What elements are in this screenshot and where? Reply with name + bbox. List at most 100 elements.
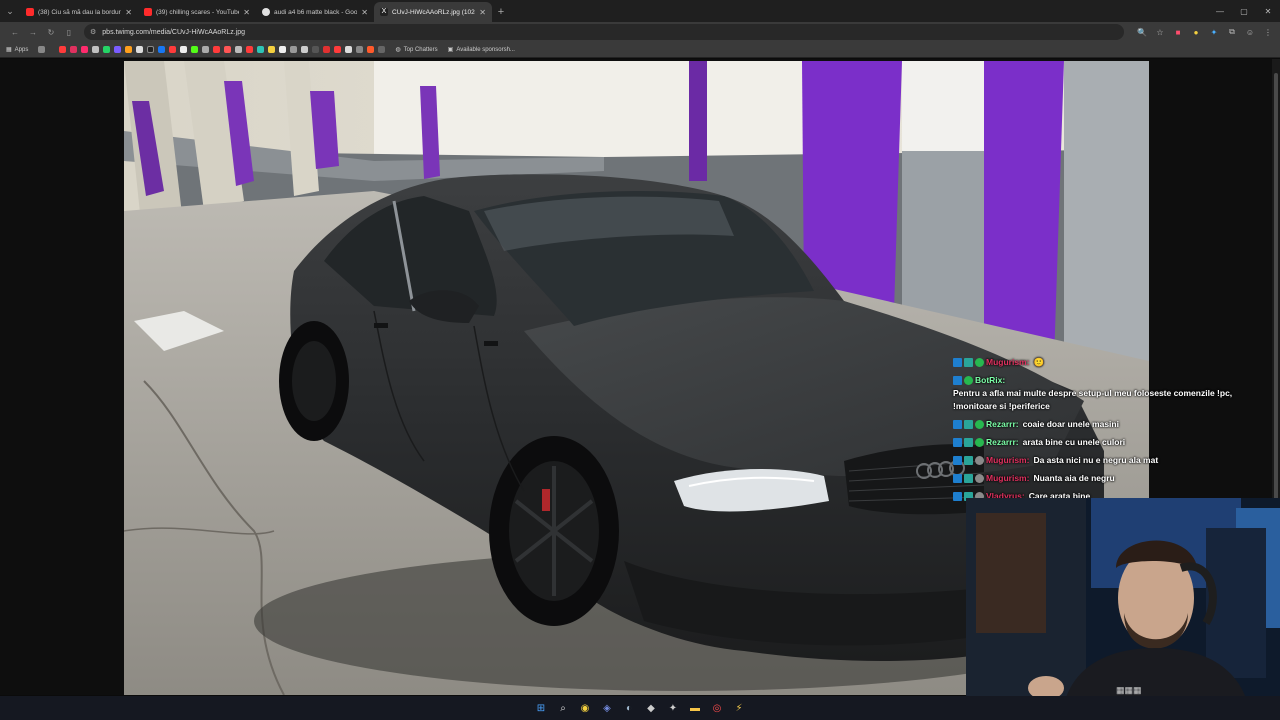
chat-text: Nuanta aia de negru bbox=[1033, 473, 1115, 483]
bookmark-icon[interactable] bbox=[279, 46, 287, 53]
bookmark-icon[interactable] bbox=[38, 46, 46, 53]
new-tab-button[interactable]: + bbox=[492, 2, 510, 22]
bookmark-icon[interactable] bbox=[301, 46, 309, 53]
chat-badge-icon bbox=[975, 456, 984, 465]
chat-message: Mugurism: Da asta nici nu e negru ala ma… bbox=[953, 454, 1273, 467]
bookmark-icon[interactable] bbox=[268, 46, 276, 53]
bookmark-icon[interactable] bbox=[312, 46, 320, 53]
steam-icon[interactable]: ◐ bbox=[620, 699, 638, 717]
bookmarks-bar: ▦ Apps ◍ Top Chatters ▣ Available sponso… bbox=[0, 42, 1280, 58]
bookmark-icon[interactable] bbox=[70, 46, 78, 53]
chat-badge-icon bbox=[975, 438, 984, 447]
folder-icon: ▣ bbox=[447, 47, 454, 53]
bookmark-label: Top Chatters bbox=[403, 46, 438, 53]
address-bar[interactable]: ⚙ pbs.twimg.com/media/CUvJ-HiWcAAoRLz.jp… bbox=[84, 24, 1124, 40]
extensions-puzzle-icon[interactable]: ⧉ bbox=[1226, 26, 1238, 38]
svg-text:▦▦▦: ▦▦▦ bbox=[1116, 685, 1142, 695]
discord-icon[interactable]: ◈ bbox=[598, 699, 616, 717]
app-icon[interactable]: ✦ bbox=[664, 699, 682, 717]
bookmark-icon[interactable] bbox=[246, 46, 254, 53]
chat-message: Rezarrr: arata bine cu unele culori bbox=[953, 436, 1273, 449]
bookmark-icon[interactable] bbox=[191, 46, 199, 53]
chat-username: Mugurism: bbox=[986, 357, 1030, 367]
tab-close-icon[interactable]: ✕ bbox=[243, 8, 250, 17]
tab-search-icon[interactable]: ⌄ bbox=[0, 0, 20, 22]
extension-icon[interactable]: ✦ bbox=[1208, 26, 1220, 38]
extension-icon[interactable]: ■ bbox=[1172, 26, 1184, 38]
chat-badge-icon bbox=[975, 358, 984, 367]
site-info-icon[interactable]: ⚙ bbox=[90, 28, 96, 36]
forward-icon[interactable]: → bbox=[24, 28, 42, 37]
bookmark-icon[interactable] bbox=[378, 46, 386, 53]
bookmark-icon[interactable] bbox=[59, 46, 67, 53]
bookmark-icon[interactable] bbox=[147, 46, 155, 53]
minimize-icon[interactable]: — bbox=[1208, 0, 1232, 22]
chrome-icon[interactable]: ◉ bbox=[576, 699, 594, 717]
back-icon[interactable]: ← bbox=[6, 28, 24, 37]
globe-icon: ◍ bbox=[395, 47, 401, 53]
app-icon[interactable]: ◎ bbox=[708, 699, 726, 717]
bookmark-icon[interactable] bbox=[367, 46, 375, 53]
chat-message: Mugurism: 🙂 bbox=[953, 356, 1273, 369]
youtube-icon bbox=[26, 8, 34, 16]
bookmark-icon[interactable] bbox=[290, 46, 298, 53]
bookmark-icon[interactable] bbox=[235, 46, 243, 53]
chat-username: Rezarrr: bbox=[986, 419, 1019, 429]
bookmark-icon[interactable] bbox=[92, 46, 100, 53]
bookmark-available[interactable]: ▣ Available sponsorsh... bbox=[447, 46, 515, 54]
bookmark-icon[interactable] bbox=[356, 46, 364, 53]
split-view-icon[interactable]: ▯ bbox=[60, 28, 78, 37]
reload-icon[interactable]: ↻ bbox=[42, 28, 60, 37]
bookmark-label: Apps bbox=[14, 46, 29, 53]
bookmark-icon[interactable] bbox=[103, 46, 111, 53]
chat-text: Pentru a afla mai multe despre setup-ul … bbox=[953, 388, 1233, 411]
bookmark-icon[interactable] bbox=[257, 46, 265, 53]
file-explorer-icon[interactable]: ▬ bbox=[686, 699, 704, 717]
chat-username: Rezarrr: bbox=[986, 437, 1019, 447]
bookmark-icon[interactable] bbox=[125, 46, 133, 53]
extension-icon[interactable]: ● bbox=[1190, 26, 1202, 38]
bookmark-icon[interactable] bbox=[323, 46, 331, 53]
app-icon[interactable]: ◆ bbox=[642, 699, 660, 717]
chat-badge-icon bbox=[964, 438, 973, 447]
chat-username: Mugurism: bbox=[986, 455, 1030, 465]
tab-close-icon[interactable]: ✕ bbox=[479, 8, 486, 17]
bookmark-icon[interactable] bbox=[114, 46, 122, 53]
tab-title: (38) Ciu să mă dau la borduri bbox=[38, 8, 122, 16]
chat-badge-icon bbox=[964, 456, 973, 465]
bookmark-icon[interactable] bbox=[81, 46, 89, 53]
bookmark-apps[interactable]: ▦ Apps bbox=[6, 46, 29, 54]
bookmark-icon[interactable] bbox=[213, 46, 221, 53]
zoom-icon[interactable]: 🔍 bbox=[1136, 26, 1148, 38]
app-icon[interactable]: ⚡ bbox=[730, 699, 748, 717]
bookmark-top-chatters[interactable]: ◍ Top Chatters bbox=[395, 46, 438, 54]
url-text: pbs.twimg.com/media/CUvJ-HiWcAAoRLz.jpg bbox=[102, 28, 246, 36]
maximize-icon[interactable]: ▢ bbox=[1232, 0, 1256, 22]
profile-icon[interactable]: ☺ bbox=[1244, 26, 1256, 38]
chat-badge-icon bbox=[975, 474, 984, 483]
chat-username: Mugurism: bbox=[986, 473, 1030, 483]
chat-badge-icon bbox=[953, 492, 962, 501]
close-window-icon[interactable]: ✕ bbox=[1256, 0, 1280, 22]
tab-3[interactable]: X CUvJ-HiWcAAoRLz.jpg (1024×... ✕ bbox=[374, 2, 492, 22]
bookmark-icon[interactable] bbox=[334, 46, 342, 53]
search-icon[interactable]: ⌕ bbox=[554, 699, 572, 717]
bookmark-star-icon[interactable]: ☆ bbox=[1154, 26, 1166, 38]
bookmark-icon[interactable] bbox=[169, 46, 177, 53]
chat-badge-icon bbox=[953, 438, 962, 447]
tab-2[interactable]: audi a4 b6 matte black - Google ✕ bbox=[256, 2, 374, 22]
windows-taskbar: ⊞ ⌕ ◉ ◈ ◐ ◆ ✦ ▬ ◎ ⚡ bbox=[0, 696, 1280, 720]
bookmark-icon[interactable] bbox=[158, 46, 166, 53]
bookmark-icon[interactable] bbox=[180, 46, 188, 53]
bookmark-icon[interactable] bbox=[345, 46, 353, 53]
browser-tab-strip: ⌄ (38) Ciu să mă dau la borduri ✕ (39) c… bbox=[0, 0, 1280, 22]
bookmark-icon[interactable] bbox=[224, 46, 232, 53]
tab-close-icon[interactable]: ✕ bbox=[361, 8, 368, 17]
tab-1[interactable]: (39) chilling scares - YouTube ✕ bbox=[138, 2, 256, 22]
start-icon[interactable]: ⊞ bbox=[532, 699, 550, 717]
bookmark-icon[interactable] bbox=[202, 46, 210, 53]
tab-close-icon[interactable]: ✕ bbox=[125, 8, 132, 17]
menu-icon[interactable]: ⋮ bbox=[1262, 26, 1274, 38]
tab-0[interactable]: (38) Ciu să mă dau la borduri ✕ bbox=[20, 2, 138, 22]
bookmark-icon[interactable] bbox=[136, 46, 144, 53]
